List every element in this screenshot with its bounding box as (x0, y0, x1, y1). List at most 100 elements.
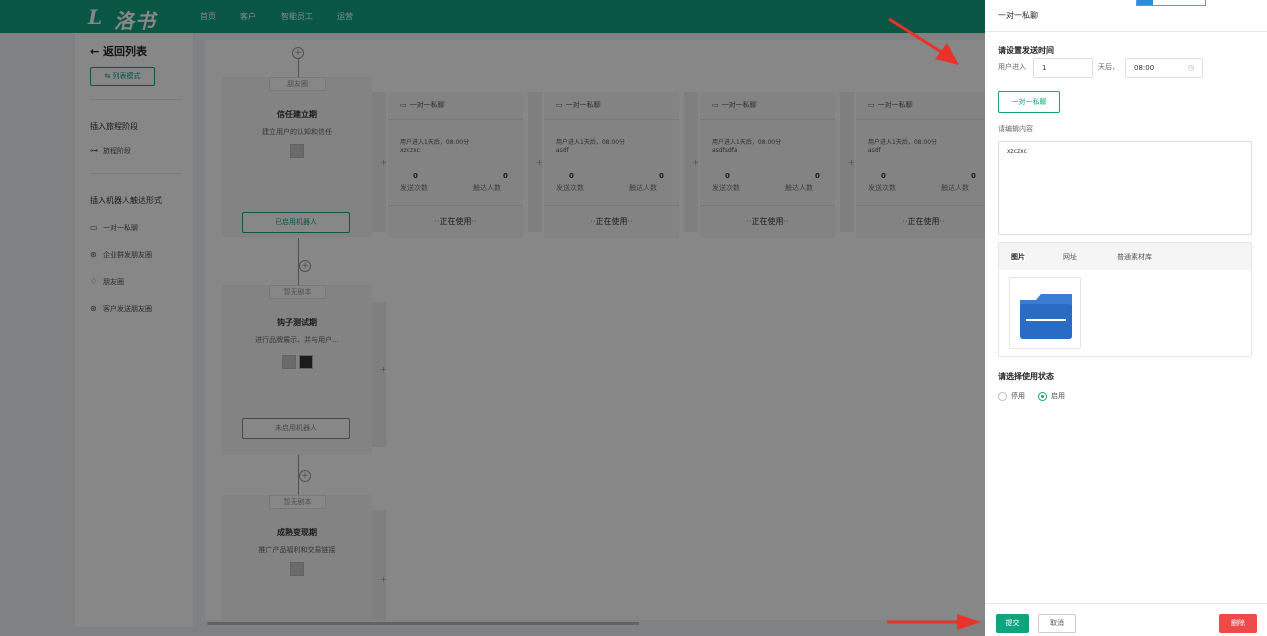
chat-icon: ▭ (712, 101, 719, 109)
list-mode-button[interactable]: ⇆ 列表模式 (90, 67, 155, 86)
submit-button[interactable]: 提交 (996, 614, 1029, 633)
robot-card-content: asdfsdfa (712, 147, 738, 154)
plus-icon[interactable]: + (692, 158, 699, 167)
sent-label: 发送次数 (556, 184, 584, 192)
node-icon: ⊶ (90, 146, 98, 155)
tab-url[interactable]: 网址 (1063, 252, 1077, 262)
sent-count: 0 (569, 172, 574, 180)
flow-canvas: + 朋友圈 信任建立期 建立用户的认知和信任 已启用机器人 + ▭ 一对一私聊 用… (205, 40, 991, 620)
stage-image (290, 144, 304, 158)
top-navbar: L 洛书 首页 客户 智能员工 运营 (0, 0, 985, 33)
stage-card[interactable]: 朋友圈 信任建立期 建立用户的认知和信任 已启用机器人 (222, 77, 372, 237)
send-time-label: 请设置发送时间 (998, 46, 1054, 55)
add-node-icon[interactable]: + (299, 260, 311, 272)
clock-icon: ◷ (1187, 64, 1194, 72)
stage-node-item[interactable]: ⊶ 旅程阶段 (90, 146, 131, 156)
plus-icon[interactable]: + (536, 158, 543, 167)
chat-icon: ▭ (868, 101, 875, 109)
days-input[interactable]: 1 (1033, 58, 1093, 78)
robot-card-title: 一对一私聊 (409, 101, 445, 109)
image-thumbnail[interactable]: 删除 (1009, 277, 1081, 349)
stage-image (299, 355, 313, 369)
tab-image[interactable]: 图片 (1011, 252, 1025, 262)
radio-checked-icon (1038, 391, 1047, 401)
aperture-icon: ⊛ (90, 304, 97, 313)
robot-card-content: asdf (868, 147, 881, 154)
robot-card-schedule: 用户进入1天后，08:00分 (400, 139, 470, 146)
stage-desc: 进行品牌展示、并与用户... (255, 336, 339, 344)
stage-tag[interactable]: 朋友圈 (269, 77, 326, 91)
delete-image-button[interactable]: 删除 (1040, 285, 1054, 295)
arrow-annotation-icon (887, 614, 981, 630)
reach-count: 0 (815, 172, 820, 180)
insert-robot-heading: 插入机器人触达形式 (90, 196, 162, 205)
sent-count: 0 (725, 172, 730, 180)
chat-icon: ▭ (90, 223, 98, 232)
stage-image (282, 355, 296, 369)
add-node-icon[interactable]: + (292, 47, 304, 59)
delete-button[interactable]: 删除 (1219, 614, 1257, 633)
robot-card[interactable]: ▭ 一对一私聊 用户进入1天后，08:00分 asdf 0 发送次数 0 触达人数… (544, 92, 679, 238)
insert-strip[interactable] (372, 302, 386, 447)
in-use-status: ··正在使用·· (746, 217, 789, 226)
media-tabs: 图片 网址 普通素材库 删除 (998, 242, 1252, 357)
status-disable-radio[interactable]: 停用 (998, 391, 1025, 401)
plus-icon[interactable]: + (380, 365, 387, 374)
stage-name: 钩子测试期 (277, 318, 317, 327)
robot-moments[interactable]: ♢ 朋友圈 (90, 277, 124, 287)
nav-customers[interactable]: 客户 (240, 11, 256, 22)
aperture-icon: ⊛ (90, 250, 97, 259)
stage-tag[interactable]: 暂无剧本 (269, 495, 326, 509)
private-chat-type-button[interactable]: 一对一私聊 (998, 91, 1060, 113)
plus-icon[interactable]: + (380, 575, 387, 584)
stage-card[interactable]: 暂无剧本 成熟变现期 推广产品福利和交易链接 (222, 495, 372, 620)
robot-card[interactable]: ▭ 一对一私聊 用户进入1天后，08:00分 asdf 0 发送次数 0 触达人数… (856, 92, 991, 238)
robot-edit-drawer: 一对一私聊 请设置发送时间 用户进入 1 天后， 08:00 ◷ 一对一私聊 请编… (985, 0, 1267, 636)
time-picker[interactable]: 08:00 ◷ (1125, 58, 1203, 78)
add-node-icon[interactable]: + (299, 470, 311, 482)
chat-icon: ▭ (556, 101, 563, 109)
stage-desc: 建立用户的认知和信任 (262, 128, 332, 136)
status-enable-radio[interactable]: 启用 (1038, 391, 1065, 401)
drawer-title: 一对一私聊 (998, 11, 1038, 20)
stage-tag[interactable]: 暂无剧本 (269, 285, 326, 299)
nav-home[interactable]: 首页 (200, 11, 216, 22)
robot-group-moments[interactable]: ⊛ 企业群发朋友圈 (90, 250, 152, 260)
plus-icon[interactable]: + (380, 158, 387, 167)
in-use-status: ··正在使用·· (590, 217, 633, 226)
plus-icon[interactable]: + (848, 158, 855, 167)
arrow-left-icon: ← (90, 45, 104, 58)
sent-count: 0 (881, 172, 886, 180)
nav-operations[interactable]: 运营 (337, 11, 353, 22)
sidebar: ← 返回列表 ⇆ 列表模式 插入旅程阶段 ⊶ 旅程阶段 插入机器人触达形式 ▭ 一对… (75, 33, 193, 627)
tab-material-library[interactable]: 普通素材库 (1117, 252, 1152, 262)
insert-stage-heading: 插入旅程阶段 (90, 122, 138, 131)
stage-image (290, 562, 304, 576)
bell-icon: ♢ (90, 277, 98, 286)
robot-card-schedule: 用户进入1天后，08:00分 (712, 139, 782, 146)
robot-private-chat[interactable]: ▭ 一对一私聊 (90, 223, 138, 233)
robot-disabled-button[interactable]: 未启用机器人 (242, 418, 350, 439)
chat-icon: ▭ (400, 101, 407, 109)
stage-card[interactable]: 暂无剧本 钩子测试期 进行品牌展示、并与用户... 未启用机器人 (222, 285, 372, 455)
sent-count: 0 (413, 172, 418, 180)
back-to-list[interactable]: ← 返回列表 (90, 43, 147, 59)
content-textarea[interactable]: xzczxc (998, 141, 1252, 235)
robot-customer-moments[interactable]: ⊛ 客户发送朋友圈 (90, 304, 152, 314)
nav-ai-staff[interactable]: 智能员工 (281, 11, 313, 22)
reach-count: 0 (971, 172, 976, 180)
user-enter-prefix: 用户进入 (998, 63, 1026, 71)
status-label: 请选择使用状态 (998, 372, 1054, 381)
content-label: 请编辑内容 (998, 125, 1033, 133)
robot-card[interactable]: ▭ 一对一私聊 用户进入1天后，08:00分 xzczxc 0 发送次数 0 触达… (388, 92, 523, 238)
days-suffix: 天后， (1098, 63, 1119, 71)
robot-enabled-button[interactable]: 已启用机器人 (242, 212, 350, 233)
insert-strip[interactable] (372, 510, 386, 620)
reach-label: 触达人数 (629, 184, 657, 192)
robot-card-title: 一对一私聊 (565, 101, 601, 109)
robot-card[interactable]: ▭ 一对一私聊 用户进入1天后，08:00分 asdfsdfa 0 发送次数 0 … (700, 92, 835, 238)
connector (298, 59, 299, 77)
stage-desc: 推广产品福利和交易链接 (258, 546, 336, 554)
cancel-button[interactable]: 取消 (1038, 614, 1076, 633)
horizontal-scrollbar[interactable] (207, 622, 639, 625)
